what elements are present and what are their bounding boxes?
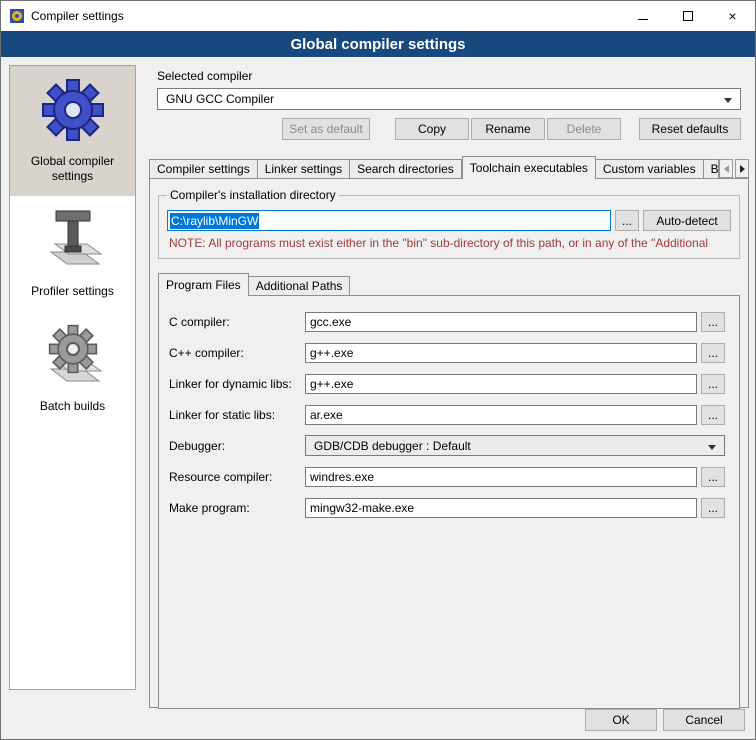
minimize-icon [638,19,648,20]
sidebar-item-profiler-settings[interactable]: Profiler settings [10,196,135,311]
program-files-tab-strip: Program Files Additional Paths [158,273,740,296]
sidebar-item-label: Batch builds [14,399,131,414]
sidebar-item-global-compiler-settings[interactable]: Global compiler settings [10,66,135,196]
auto-detect-button[interactable]: Auto-detect [643,210,731,231]
c-compiler-row: C compiler: ... [169,306,725,337]
main-panel: Selected compiler GNU GCC Compiler Set a… [149,65,749,708]
tab-compiler-settings[interactable]: Compiler settings [149,159,258,179]
minimize-button[interactable] [620,1,665,31]
compiler-settings-window: { "window": { "title": "Compiler setting… [0,0,756,740]
cpp-compiler-input[interactable] [305,343,697,363]
tab-linker-settings[interactable]: Linker settings [258,159,350,179]
reset-defaults-button[interactable]: Reset defaults [639,118,741,140]
static-linker-browse-button[interactable]: ... [701,405,725,425]
c-compiler-input[interactable] [305,312,697,332]
installation-directory-group-title: Compiler's installation directory [167,188,339,202]
installation-directory-input[interactable]: C:\raylib\MinGW [167,210,611,231]
cpp-compiler-label: C++ compiler: [169,346,305,360]
resource-compiler-label: Resource compiler: [169,470,305,484]
browse-directory-button[interactable]: ... [615,210,639,231]
dynamic-linker-browse-button[interactable]: ... [701,374,725,394]
dialog-header: Global compiler settings [1,31,755,57]
rename-button[interactable]: Rename [471,118,545,140]
close-icon: × [728,8,736,24]
ok-button[interactable]: OK [585,709,657,731]
toolchain-executables-panel: Compiler's installation directory C:\ray… [149,178,749,708]
copy-button[interactable]: Copy [395,118,469,140]
sidebar-item-batch-builds[interactable]: Batch builds [10,311,135,426]
cpp-compiler-row: C++ compiler: ... [169,337,725,368]
scroll-right-icon [740,165,745,173]
resource-compiler-row: Resource compiler: ... [169,461,725,492]
tab-additional-paths[interactable]: Additional Paths [249,276,351,296]
selected-compiler-dropdown[interactable]: GNU GCC Compiler [157,88,741,110]
sidebar-item-label: Global compiler settings [14,154,131,184]
cpp-compiler-browse-button[interactable]: ... [701,343,725,363]
tab-toolchain-executables[interactable]: Toolchain executables [462,156,596,179]
chevron-down-icon [708,445,716,450]
static-linker-input[interactable] [305,405,697,425]
tab-program-files[interactable]: Program Files [158,273,249,296]
dynamic-linker-row: Linker for dynamic libs: ... [169,368,725,399]
dialog-header-title: Global compiler settings [290,36,465,53]
dynamic-linker-input[interactable] [305,374,697,394]
compiler-buttons-row: Set as default Copy Rename Delete Reset … [149,118,749,140]
make-program-browse-button[interactable]: ... [701,498,725,518]
installation-directory-row: C:\raylib\MinGW ... Auto-detect [167,210,731,231]
set-as-default-button[interactable]: Set as default [282,118,370,140]
blue-gear-icon [41,78,105,142]
c-compiler-browse-button[interactable]: ... [701,312,725,332]
window-title: Compiler settings [31,9,124,23]
title-bar[interactable]: Compiler settings × [1,1,755,31]
installation-directory-group: Compiler's installation directory C:\ray… [158,195,740,259]
make-program-input[interactable] [305,498,697,518]
debugger-dropdown[interactable]: GDB/CDB debugger : Default [305,435,725,456]
app-icon[interactable] [9,8,25,24]
dynamic-linker-label: Linker for dynamic libs: [169,377,305,391]
selected-compiler-label: Selected compiler [157,69,749,83]
scroll-left-icon [724,165,729,173]
tab-scroll-left-button[interactable] [719,159,733,178]
delete-button[interactable]: Delete [547,118,621,140]
resource-compiler-input[interactable] [305,467,697,487]
settings-category-list: Global compiler settings Profiler settin… [9,65,136,690]
static-linker-row: Linker for static libs: ... [169,399,725,430]
chevron-down-icon [724,98,732,103]
tab-build-options[interactable]: Buil [704,159,719,179]
profiler-tool-icon [41,208,105,272]
program-files-panel: C compiler: ... C++ compiler: ... Linker… [158,295,740,709]
settings-tab-strip: Compiler settings Linker settings Search… [149,156,749,179]
resource-compiler-browse-button[interactable]: ... [701,467,725,487]
make-program-label: Make program: [169,501,305,515]
debugger-row: Debugger: GDB/CDB debugger : Default [169,430,725,461]
debugger-label: Debugger: [169,439,305,453]
tab-search-directories[interactable]: Search directories [350,159,462,179]
make-program-row: Make program: ... [169,492,725,523]
gray-gear-stack-icon [41,323,105,387]
debugger-value: GDB/CDB debugger : Default [314,439,471,453]
tab-scroll-right-button[interactable] [735,159,749,178]
tab-custom-variables[interactable]: Custom variables [596,159,704,179]
installation-directory-value: C:\raylib\MinGW [170,213,259,229]
cancel-button[interactable]: Cancel [663,709,745,731]
dialog-footer: OK Cancel [585,709,745,731]
sidebar-item-label: Profiler settings [14,284,131,299]
maximize-button[interactable] [665,1,710,31]
maximize-icon [683,11,693,21]
selected-compiler-value: GNU GCC Compiler [166,92,274,106]
bin-subdirectory-note: NOTE: All programs must exist either in … [169,236,731,250]
c-compiler-label: C compiler: [169,315,305,329]
static-linker-label: Linker for static libs: [169,408,305,422]
close-button[interactable]: × [710,1,755,31]
